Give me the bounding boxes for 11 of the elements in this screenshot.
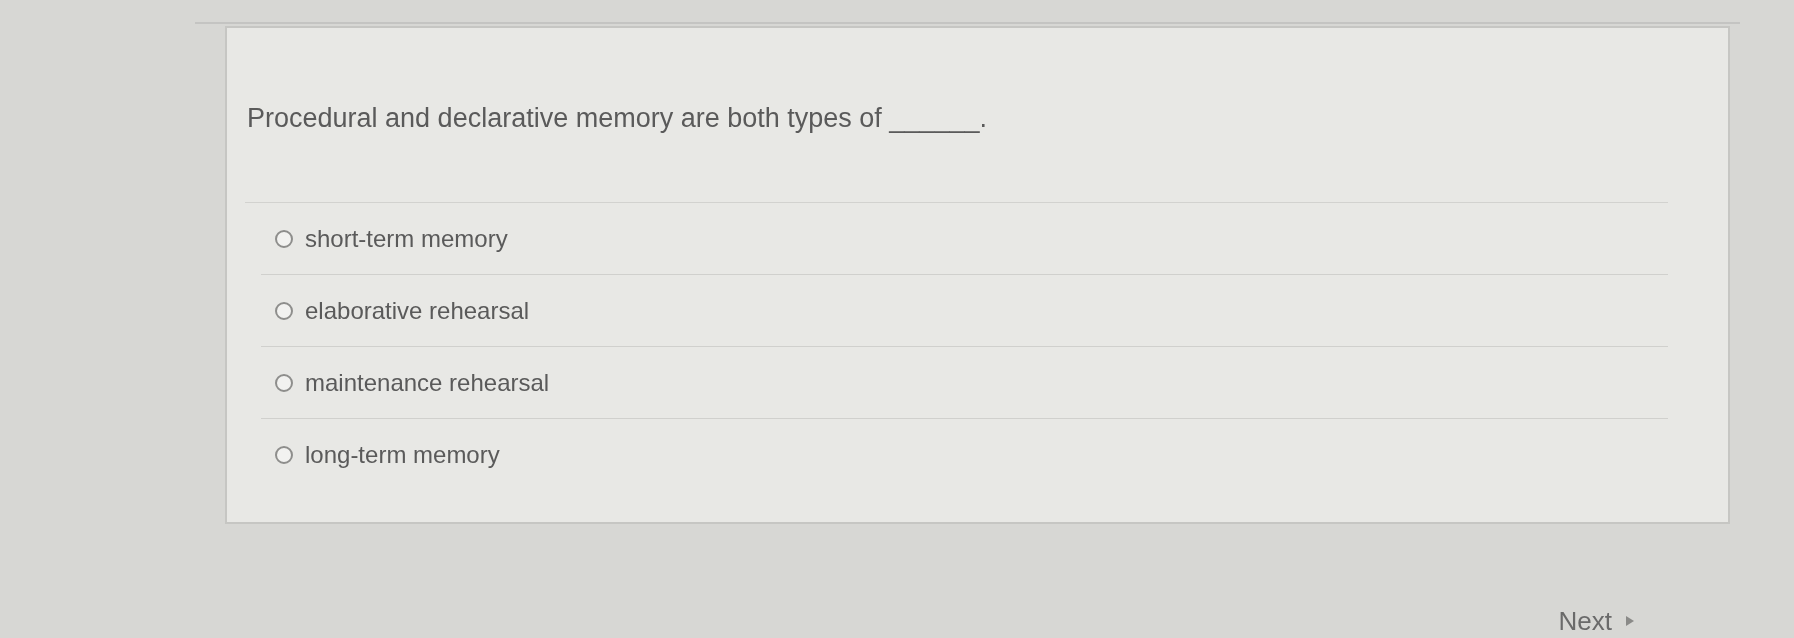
answer-option[interactable]: maintenance rehearsal xyxy=(261,347,1668,419)
question-text: Procedural and declarative memory are both types of ______. xyxy=(247,102,988,135)
answer-option[interactable]: short-term memory xyxy=(261,203,1668,275)
radio-button[interactable] xyxy=(275,373,293,392)
radio-button[interactable] xyxy=(275,301,293,320)
triangle-right-icon xyxy=(1626,616,1634,626)
next-button[interactable]: Next xyxy=(1552,606,1640,636)
radio-button[interactable] xyxy=(275,445,293,464)
answer-option[interactable]: long-term memory xyxy=(261,419,1668,490)
radio-button[interactable] xyxy=(275,229,293,248)
answer-option[interactable]: elaborative rehearsal xyxy=(261,275,1668,347)
